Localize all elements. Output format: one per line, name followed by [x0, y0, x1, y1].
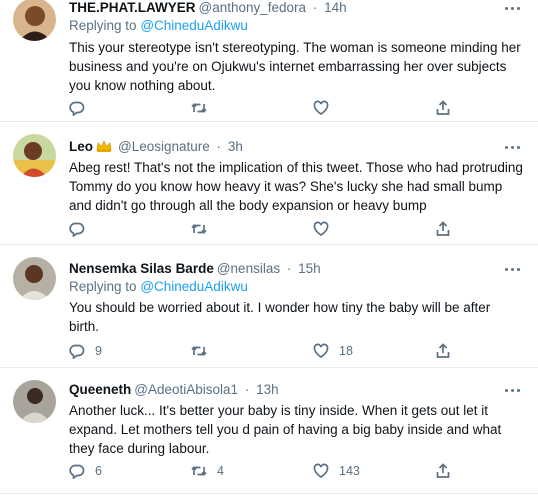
reply-count: 9 — [95, 344, 102, 358]
retweet-icon — [191, 224, 207, 234]
share-icon — [436, 463, 450, 478]
reply-icon — [69, 222, 85, 237]
display-name[interactable]: Queeneth — [69, 382, 131, 397]
share-icon — [436, 221, 450, 236]
reply-button[interactable]: 6 — [69, 461, 102, 481]
separator: · — [312, 0, 318, 15]
like-button[interactable] — [313, 98, 339, 118]
display-name[interactable]: Leo — [69, 139, 93, 154]
mention-link[interactable]: @ChineduAdikwu — [140, 279, 248, 294]
share-button[interactable] — [435, 219, 451, 239]
user-handle[interactable]: @nensilas — [217, 261, 280, 276]
separator: · — [216, 139, 222, 154]
replying-to: Replying to @ChineduAdikwu — [69, 279, 248, 294]
like-count: 143 — [339, 464, 360, 478]
tweet[interactable]: THE.PHAT.LAWYER @anthony_fedora · 14h Rep… — [0, 0, 538, 122]
retweet-count: 4 — [217, 464, 224, 478]
more-icon[interactable] — [502, 264, 522, 274]
retweet-button[interactable]: 4 — [191, 461, 224, 481]
retweet-button[interactable] — [191, 341, 217, 361]
share-button[interactable] — [435, 98, 451, 118]
share-icon — [436, 343, 450, 358]
timestamp[interactable]: 13h — [256, 382, 279, 397]
retweet-icon — [191, 103, 207, 113]
share-button[interactable] — [435, 341, 451, 361]
tweet-text: Abeg rest! That's not the implication of… — [69, 160, 523, 213]
like-icon — [313, 343, 329, 358]
like-button[interactable]: 18 — [313, 341, 353, 361]
avatar[interactable] — [13, 380, 56, 423]
reply-count: 6 — [95, 464, 102, 478]
reply-icon — [69, 464, 85, 479]
timestamp[interactable]: 14h — [324, 0, 347, 15]
tweet-actions: 9 18 — [64, 341, 524, 361]
tweet-actions — [64, 219, 524, 239]
replying-label: Replying to — [69, 279, 137, 294]
crown-icon — [96, 140, 112, 155]
user-handle[interactable]: @Leosignature — [118, 139, 210, 154]
tweet[interactable]: Nensemka Silas Barde @nensilas · 15h Repl… — [0, 245, 538, 368]
more-icon[interactable] — [502, 385, 522, 395]
like-button[interactable]: 143 — [313, 461, 360, 481]
share-icon — [436, 100, 450, 115]
timestamp[interactable]: 3h — [228, 139, 243, 154]
tweet-header: Leo @Leosignature · 3h — [69, 139, 498, 155]
timestamp[interactable]: 15h — [298, 261, 321, 276]
display-name[interactable]: THE.PHAT.LAWYER — [69, 0, 196, 15]
replying-label: Replying to — [69, 18, 137, 33]
tweet-actions: 6 4 143 — [64, 461, 524, 481]
tweet-text: You should be worried about it. I wonder… — [69, 300, 491, 334]
tweet[interactable]: Queeneth @AdeotiAbisola1 · 13h Another lu… — [0, 368, 538, 494]
tweet-text: Another luck... It's better your baby is… — [69, 403, 502, 456]
like-count: 18 — [339, 344, 353, 358]
reply-button[interactable]: 9 — [69, 341, 102, 361]
retweet-button[interactable] — [191, 219, 217, 239]
retweet-icon — [191, 346, 207, 356]
user-handle[interactable]: @AdeotiAbisola1 — [134, 382, 238, 397]
reply-icon — [69, 344, 85, 359]
avatar[interactable] — [13, 0, 56, 41]
reply-button[interactable] — [69, 219, 95, 239]
user-handle[interactable]: @anthony_fedora — [199, 0, 307, 15]
reply-button[interactable] — [69, 98, 95, 118]
like-button[interactable] — [313, 219, 339, 239]
more-icon[interactable] — [502, 142, 522, 152]
display-name[interactable]: Nensemka Silas Barde — [69, 261, 214, 276]
replying-to: Replying to @ChineduAdikwu — [69, 18, 248, 33]
reply-icon — [69, 101, 85, 116]
like-icon — [313, 463, 329, 478]
retweet-icon — [191, 466, 207, 476]
tweet[interactable]: Leo @Leosignature · 3h Abeg rest! That's … — [0, 122, 538, 245]
tweet-header: Queeneth @AdeotiAbisola1 · 13h — [69, 382, 498, 397]
tweet-header: THE.PHAT.LAWYER @anthony_fedora · 14h — [69, 0, 498, 15]
avatar[interactable] — [13, 257, 56, 300]
separator: · — [244, 382, 250, 397]
like-icon — [313, 221, 329, 236]
more-icon[interactable] — [502, 3, 522, 13]
separator: · — [286, 261, 292, 276]
tweet-actions — [64, 98, 524, 118]
tweet-text: This your stereotype isn't stereotyping.… — [69, 40, 521, 93]
tweet-header: Nensemka Silas Barde @nensilas · 15h — [69, 261, 498, 276]
avatar[interactable] — [13, 134, 56, 177]
share-button[interactable] — [435, 461, 451, 481]
retweet-button[interactable] — [191, 98, 217, 118]
mention-link[interactable]: @ChineduAdikwu — [140, 18, 248, 33]
like-icon — [313, 100, 329, 115]
